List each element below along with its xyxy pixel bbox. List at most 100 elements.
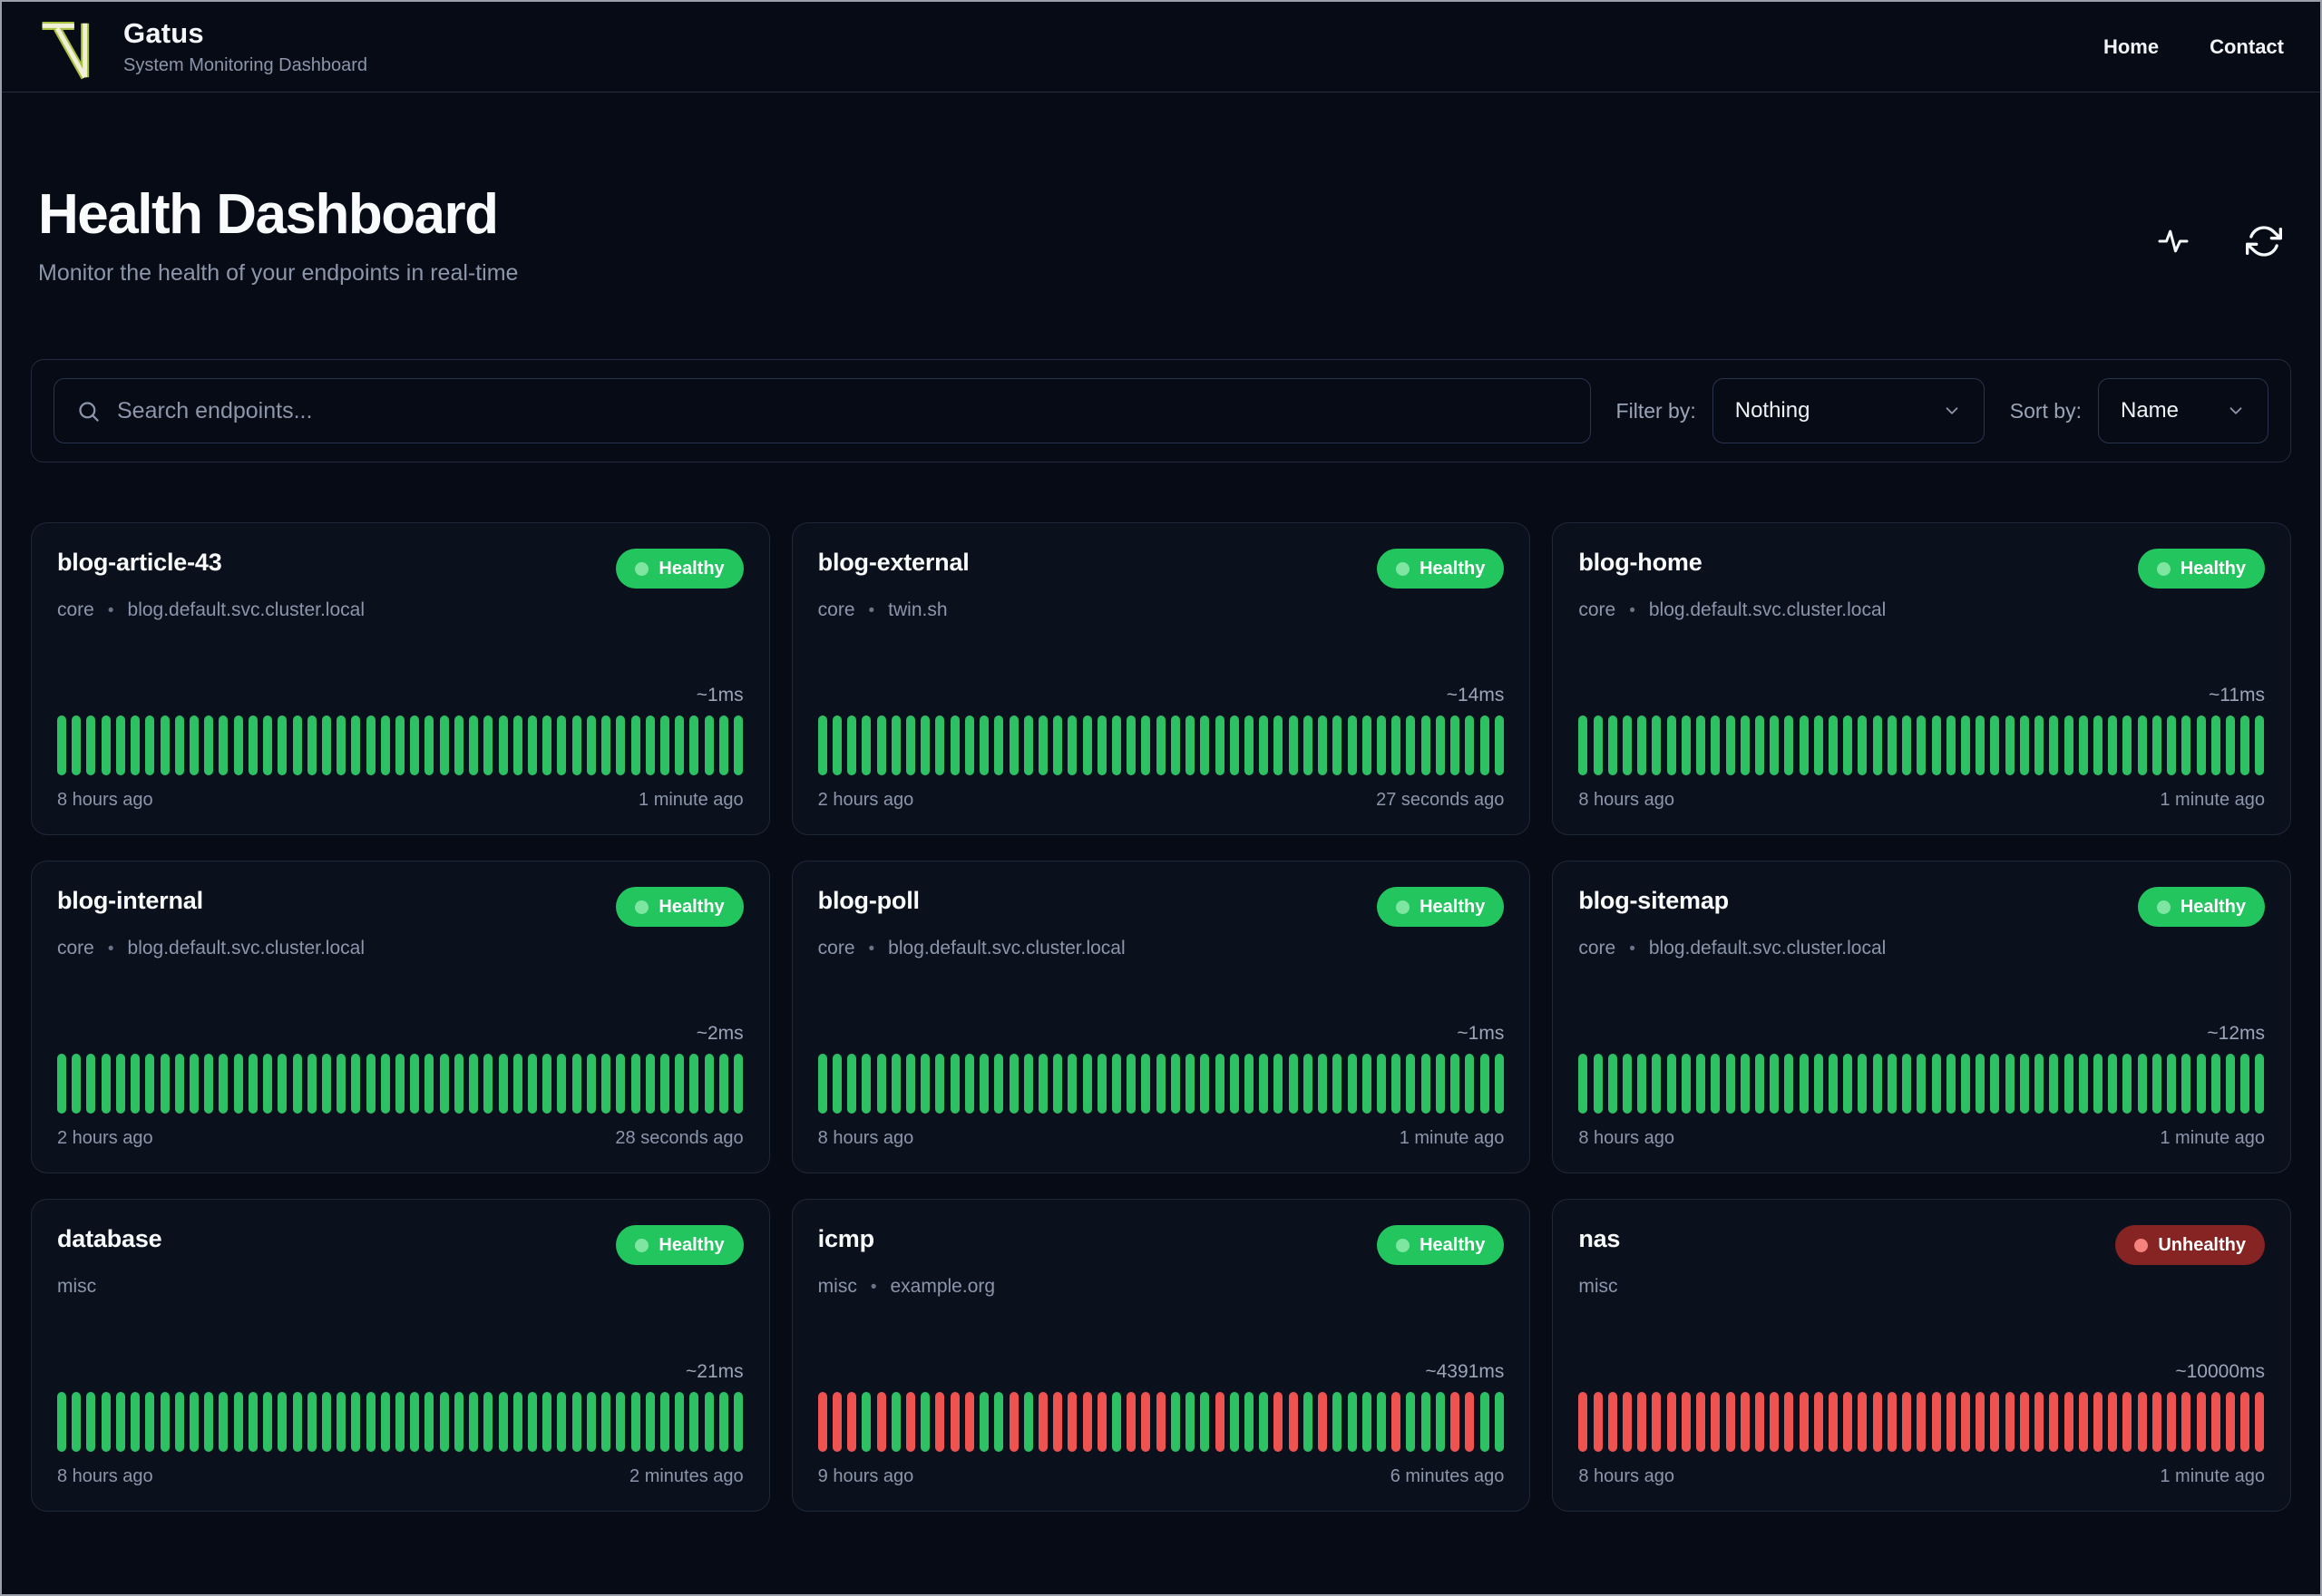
status-bar[interactable] [86, 1054, 96, 1114]
status-bar[interactable] [1215, 1054, 1224, 1114]
status-bar[interactable] [469, 1392, 479, 1453]
status-bar[interactable] [645, 1392, 655, 1453]
status-bar[interactable] [817, 1392, 827, 1453]
status-bar[interactable] [980, 715, 990, 776]
status-bar[interactable] [1637, 1392, 1647, 1453]
status-bar[interactable] [1990, 1392, 2000, 1453]
status-bar[interactable] [905, 1392, 915, 1453]
status-bar[interactable] [512, 715, 522, 776]
status-bar[interactable] [115, 1392, 125, 1453]
status-bar[interactable] [2078, 1054, 2088, 1114]
status-bar[interactable] [659, 1392, 669, 1453]
status-bar[interactable] [439, 1392, 449, 1453]
status-bar[interactable] [1652, 1392, 1662, 1453]
status-bar[interactable] [935, 715, 945, 776]
status-bar[interactable] [1887, 715, 1897, 776]
status-bar[interactable] [1127, 1054, 1137, 1114]
status-bar[interactable] [1725, 1054, 1735, 1114]
status-bar[interactable] [528, 1392, 537, 1453]
status-bar[interactable] [1302, 1054, 1312, 1114]
status-bar[interactable] [994, 1392, 1004, 1453]
status-bar[interactable] [586, 715, 596, 776]
endpoint-card[interactable]: database Healthy misc ~21ms 8 hours ago … [31, 1199, 770, 1513]
status-bar[interactable] [115, 715, 125, 776]
status-bar[interactable] [1376, 1392, 1386, 1453]
status-bar[interactable] [2093, 1392, 2102, 1453]
status-bar[interactable] [2093, 715, 2102, 776]
status-bar[interactable] [1976, 1392, 1985, 1453]
status-bar[interactable] [1754, 1054, 1764, 1114]
status-bar[interactable] [1770, 1054, 1780, 1114]
status-bar[interactable] [1799, 1054, 1809, 1114]
status-bar[interactable] [1406, 1392, 1416, 1453]
status-bar[interactable] [528, 1054, 537, 1114]
status-bar[interactable] [1578, 1392, 1588, 1453]
status-bar[interactable] [72, 715, 82, 776]
status-bar[interactable] [1406, 1054, 1416, 1114]
status-bar[interactable] [2108, 1054, 2118, 1114]
status-bar[interactable] [2225, 715, 2235, 776]
status-bar[interactable] [557, 1054, 567, 1114]
filter-select[interactable]: Nothing [1712, 378, 1985, 444]
status-bar[interactable] [964, 1054, 974, 1114]
status-bar[interactable] [1229, 715, 1239, 776]
status-bar[interactable] [1696, 1392, 1706, 1453]
endpoint-card[interactable]: nas Unhealthy misc ~10000ms 8 hours ago … [1552, 1199, 2291, 1513]
status-bar[interactable] [980, 1392, 990, 1453]
status-bar[interactable] [1068, 1392, 1078, 1453]
status-bar[interactable] [2240, 715, 2250, 776]
status-bar[interactable] [1200, 715, 1210, 776]
status-bar[interactable] [380, 1392, 390, 1453]
status-bar[interactable] [1127, 715, 1137, 776]
status-bar[interactable] [424, 715, 434, 776]
status-bar[interactable] [160, 715, 170, 776]
status-bar[interactable] [1740, 1054, 1750, 1114]
status-bar[interactable] [1652, 1054, 1662, 1114]
status-bar[interactable] [337, 715, 346, 776]
status-bar[interactable] [2034, 1054, 2044, 1114]
status-bar[interactable] [1038, 1054, 1048, 1114]
status-bar[interactable] [1946, 1392, 1956, 1453]
status-bar[interactable] [1376, 715, 1386, 776]
status-bar[interactable] [174, 715, 184, 776]
status-bar[interactable] [204, 1054, 214, 1114]
status-bar[interactable] [1607, 1392, 1617, 1453]
status-bar[interactable] [1082, 1054, 1092, 1114]
status-bar[interactable] [307, 715, 317, 776]
status-bar[interactable] [1435, 1054, 1445, 1114]
status-bar[interactable] [1288, 1392, 1298, 1453]
status-bar[interactable] [1288, 1054, 1298, 1114]
status-bar[interactable] [469, 715, 479, 776]
status-bar[interactable] [1946, 1054, 1956, 1114]
status-bar[interactable] [1931, 1054, 1941, 1114]
status-bar[interactable] [101, 715, 111, 776]
status-bar[interactable] [395, 1054, 405, 1114]
status-bar[interactable] [1872, 1392, 1882, 1453]
status-bar[interactable] [2078, 715, 2088, 776]
status-bar[interactable] [219, 1054, 229, 1114]
status-bar[interactable] [145, 1392, 155, 1453]
status-bar[interactable] [1711, 1054, 1721, 1114]
status-bar[interactable] [1770, 715, 1780, 776]
status-bar[interactable] [395, 715, 405, 776]
status-bar[interactable] [557, 715, 567, 776]
status-bar[interactable] [2240, 1054, 2250, 1114]
status-bar[interactable] [1141, 715, 1151, 776]
status-bar[interactable] [337, 1054, 346, 1114]
status-bar[interactable] [2049, 1054, 2059, 1114]
status-bar[interactable] [1902, 1392, 1912, 1453]
status-bar[interactable] [2122, 1392, 2132, 1453]
status-bar[interactable] [307, 1392, 317, 1453]
status-bar[interactable] [2005, 1392, 2015, 1453]
status-bar[interactable] [2137, 715, 2147, 776]
status-bar[interactable] [734, 715, 744, 776]
status-bar[interactable] [1082, 1392, 1092, 1453]
status-bar[interactable] [586, 1392, 596, 1453]
status-bar[interactable] [718, 715, 728, 776]
status-bar[interactable] [321, 1392, 331, 1453]
status-bar[interactable] [1435, 715, 1445, 776]
status-bar[interactable] [1229, 1392, 1239, 1453]
status-bar[interactable] [689, 1054, 699, 1114]
status-bar[interactable] [645, 1054, 655, 1114]
status-bar[interactable] [1754, 715, 1764, 776]
